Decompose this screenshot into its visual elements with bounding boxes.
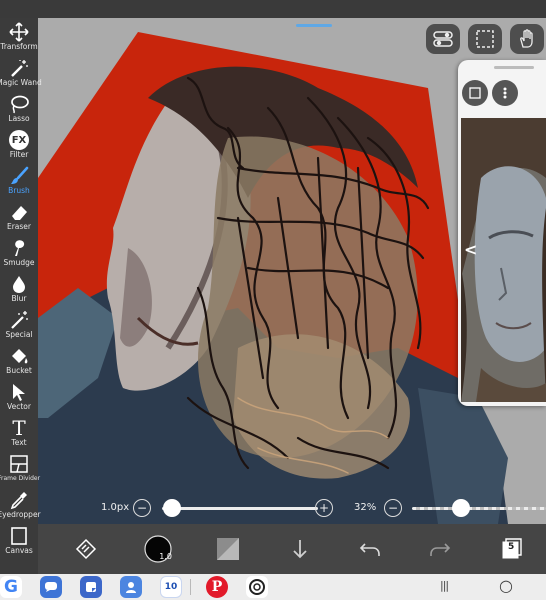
- app-screen: < Transform Magic Wand Lasso FX Filter B…: [0, 0, 546, 600]
- recents-button[interactable]: |||: [440, 579, 449, 592]
- nav-separator: [190, 579, 191, 595]
- color-swatch-button[interactable]: [210, 531, 246, 567]
- calendar-icon[interactable]: 10: [160, 576, 182, 598]
- tool-filter[interactable]: FX Filter: [0, 130, 38, 159]
- tool-eyedropper[interactable]: Eyedropper: [0, 490, 41, 519]
- tool-special[interactable]: Special: [0, 310, 38, 339]
- hand-button[interactable]: [510, 24, 544, 54]
- tool-magic-wand[interactable]: Magic Wand: [0, 58, 42, 87]
- tool-eraser[interactable]: Eraser: [0, 202, 38, 231]
- brush-icon: [11, 166, 29, 184]
- opacity-decrease-button[interactable]: −: [384, 499, 402, 517]
- toggle-button[interactable]: [426, 24, 460, 54]
- canvas-icon: [11, 527, 27, 545]
- bucket-icon: [12, 349, 28, 364]
- contacts-icon[interactable]: [120, 576, 142, 598]
- dashed-selection-icon: [476, 30, 494, 48]
- brush-preview-button[interactable]: 1.0: [140, 531, 176, 567]
- text-icon: T: [12, 416, 26, 440]
- brush-size-badge: 1.0: [159, 552, 172, 561]
- download-arrow-icon: [293, 540, 307, 559]
- tool-frame-divider[interactable]: Frame Divider: [0, 454, 40, 483]
- special-wand-icon: [11, 311, 28, 329]
- tool-brush[interactable]: Brush: [0, 166, 38, 195]
- color-swatch-icon: [217, 538, 239, 560]
- tool-smudge[interactable]: Smudge: [0, 238, 38, 267]
- brush-size-knob[interactable]: [163, 499, 181, 517]
- brush-size-decrease-button[interactable]: −: [133, 499, 151, 517]
- reference-menu-button[interactable]: [492, 80, 518, 106]
- brush-size-value: 1.0px: [101, 502, 130, 513]
- reference-photo: [461, 118, 546, 402]
- undo-icon: [359, 543, 380, 556]
- toggle-switch-icon: [433, 31, 453, 47]
- reference-panel[interactable]: <: [458, 60, 546, 406]
- eyedropper-icon: [10, 492, 27, 510]
- status-bar: [0, 0, 546, 18]
- layers-button[interactable]: 5: [494, 531, 530, 567]
- bottom-action-bar: 1.0 5: [38, 524, 546, 574]
- messages-icon[interactable]: [40, 576, 62, 598]
- tool-lasso[interactable]: Lasso: [0, 94, 38, 123]
- notes-icon[interactable]: [80, 576, 102, 598]
- hand-icon: [520, 29, 533, 48]
- blur-drop-icon: [13, 276, 25, 293]
- tool-transform[interactable]: Transform: [0, 22, 38, 51]
- selection-button[interactable]: [468, 24, 502, 54]
- tool-vector[interactable]: Vector: [0, 382, 38, 411]
- chevron-left-icon[interactable]: <: [464, 240, 477, 259]
- reference-frame-button[interactable]: [462, 80, 488, 106]
- layer-count: 5: [508, 542, 515, 552]
- more-vertical-icon: [503, 87, 507, 99]
- magic-wand-icon: [11, 60, 28, 77]
- opacity-value: 32%: [354, 502, 377, 513]
- transform-icon: [9, 22, 29, 42]
- google-icon[interactable]: G: [0, 576, 22, 598]
- download-button[interactable]: [282, 531, 318, 567]
- vector-cursor-icon: [13, 384, 25, 401]
- brush-size-increase-button[interactable]: +: [315, 499, 333, 517]
- system-nav-bar: G 10 P ||| ○: [0, 574, 546, 600]
- quick-menu-icon: [75, 538, 97, 560]
- tool-blur[interactable]: Blur: [0, 274, 38, 303]
- brush-slider-row: 1.0px − + 32% −: [38, 494, 546, 524]
- eraser-icon: [12, 206, 27, 220]
- panel-drag-handle[interactable]: [296, 24, 332, 27]
- brush-size-slider[interactable]: [162, 507, 318, 510]
- smudge-icon: [15, 240, 25, 256]
- frame-divider-icon: [10, 455, 28, 473]
- lasso-icon: [11, 95, 29, 114]
- opacity-knob[interactable]: [452, 499, 470, 517]
- vsco-icon[interactable]: [246, 576, 268, 598]
- frame-square-icon: [469, 87, 481, 99]
- left-toolbar: Transform Magic Wand Lasso FX Filter Bru…: [0, 18, 42, 574]
- fx-icon: FX: [9, 130, 29, 150]
- undo-button[interactable]: [352, 531, 388, 567]
- pinterest-icon[interactable]: P: [206, 576, 228, 598]
- home-button[interactable]: ○: [499, 576, 513, 595]
- reference-panel-grip[interactable]: [494, 66, 534, 69]
- tool-bucket[interactable]: Bucket: [0, 346, 38, 375]
- quick-menu-button[interactable]: [68, 531, 104, 567]
- tool-text[interactable]: T Text: [0, 418, 38, 447]
- redo-button[interactable]: [422, 531, 458, 567]
- tool-canvas[interactable]: Canvas: [0, 526, 38, 555]
- redo-icon: [430, 543, 451, 556]
- opacity-slider[interactable]: [412, 507, 546, 510]
